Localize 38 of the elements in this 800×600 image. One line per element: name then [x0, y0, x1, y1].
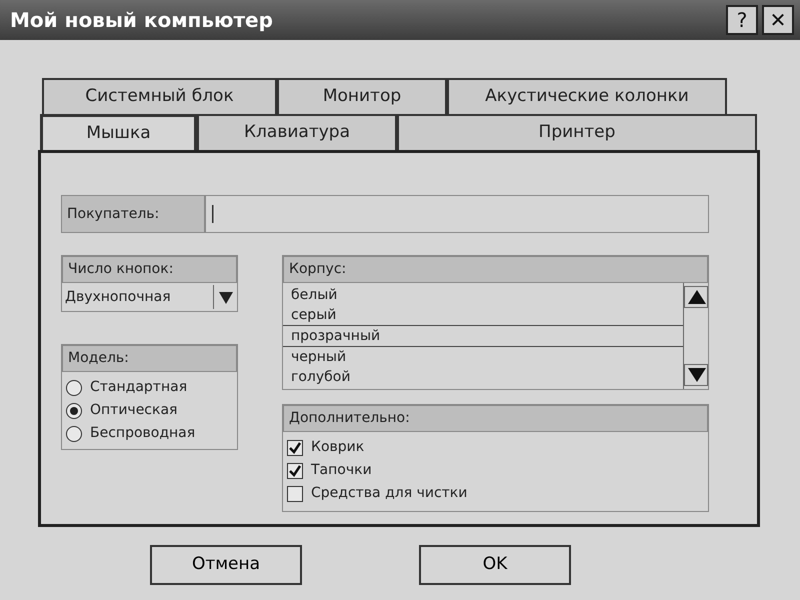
tab[interactable]: Принтер: [397, 114, 757, 150]
list-item[interactable]: серый: [283, 305, 683, 325]
group-header: Корпус:: [283, 256, 708, 283]
checkbox[interactable]: [287, 486, 303, 502]
scroll-down-icon[interactable]: [684, 364, 708, 386]
group-header: Модель:: [62, 345, 237, 372]
tab[interactable]: Системный блок: [42, 78, 277, 114]
radio-option[interactable]: Оптическая: [66, 399, 233, 422]
tab[interactable]: Клавиатура: [197, 114, 397, 150]
scroll-up-icon[interactable]: [684, 286, 708, 308]
checkbox-option[interactable]: Тапочки: [287, 459, 704, 482]
radio-button[interactable]: [66, 426, 82, 442]
text-cursor-icon: [212, 204, 214, 223]
list-item[interactable]: черный: [283, 347, 683, 367]
close-button[interactable]: ✕: [762, 5, 794, 35]
checkbox[interactable]: [287, 462, 303, 478]
radio-option[interactable]: Стандартная: [66, 376, 233, 399]
tab[interactable]: Монитор: [277, 78, 447, 114]
tab[interactable]: Акустические колонки: [447, 78, 727, 114]
checkbox-option[interactable]: Коврик: [287, 436, 704, 459]
ok-button[interactable]: OK: [419, 545, 571, 585]
checkbox-option[interactable]: Средства для чистки: [287, 482, 704, 505]
buyer-input-field[interactable]: [205, 195, 709, 233]
radio-button[interactable]: [66, 402, 82, 418]
list-item[interactable]: голубой: [283, 367, 683, 387]
window-title: Мой новый компьютер: [10, 7, 273, 34]
cancel-button[interactable]: Отмена: [150, 545, 302, 585]
buttons-count-dropdown[interactable]: Двухнопочная: [62, 283, 237, 311]
list-item[interactable]: прозрачный: [283, 325, 683, 347]
checkbox[interactable]: [287, 440, 303, 456]
tab[interactable]: Мышка: [40, 114, 197, 150]
radio-option[interactable]: Беспроводная: [66, 422, 233, 445]
group-header: Дополнительно:: [283, 405, 708, 432]
list-item[interactable]: белый: [283, 285, 683, 305]
field-label: Покупатель:: [61, 195, 205, 233]
group-header: Число кнопок:: [62, 256, 237, 283]
radio-button[interactable]: [66, 380, 82, 396]
help-button[interactable]: ?: [726, 5, 758, 35]
